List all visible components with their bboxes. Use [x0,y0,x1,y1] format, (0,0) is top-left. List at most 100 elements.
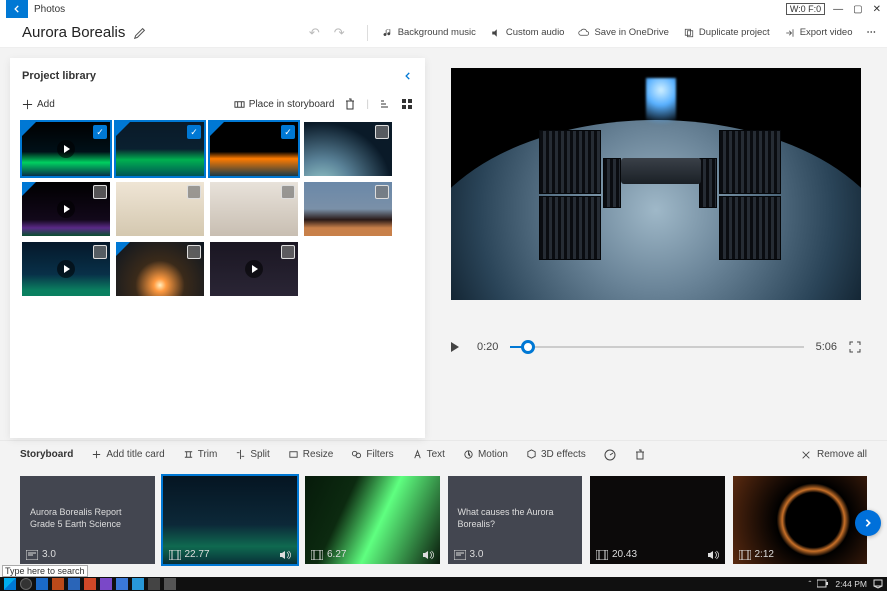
thumb-checkbox[interactable] [375,125,389,139]
total-time: 5:06 [816,341,837,353]
delete-clip-button[interactable] [634,449,646,461]
arrow-left-icon [12,4,22,14]
collapse-library-button[interactable] [403,71,413,81]
library-thumb[interactable] [304,182,392,236]
current-time: 0:20 [477,341,498,353]
transport-controls: 0:20 5:06 [451,340,861,354]
storyboard-clip[interactable]: 22.77 [163,476,298,564]
notifications-icon[interactable] [873,579,883,589]
delete-icon[interactable] [344,98,356,110]
taskbar-app-icon[interactable] [132,578,144,590]
library-thumb[interactable]: ✓ [22,122,110,176]
split-button[interactable]: Split [235,449,269,460]
library-thumb[interactable] [304,122,392,176]
resize-button[interactable]: Resize [288,449,334,460]
window-maximize[interactable]: ▢ [853,4,862,15]
windows-taskbar[interactable]: ˆ 2:44 PM [0,577,887,591]
taskbar-app-icon[interactable] [164,578,176,590]
title-bar: Photos W:0 F:0 — ▢ ✕ [0,0,887,18]
clip-meta: 22.77 [169,549,210,560]
export-video-button[interactable]: Export video [784,27,853,39]
add-title-card-button[interactable]: Add title card [91,449,164,460]
clock[interactable]: 2:44 PM [835,579,867,589]
taskbar-app-icon[interactable] [36,578,48,590]
storyboard-clip[interactable]: 6.27 [305,476,440,564]
save-onedrive-button[interactable]: Save in OneDrive [578,27,668,39]
view-grid-icon[interactable] [401,98,413,110]
storyboard-clip[interactable]: What causes the Aurora Borealis?3.0 [448,476,583,564]
taskbar-app-icon[interactable] [116,578,128,590]
text-icon [412,449,423,460]
storyboard-clip[interactable]: 20.43 [590,476,725,564]
thumb-checkbox[interactable] [281,245,295,259]
start-button[interactable] [4,578,16,590]
library-thumb[interactable] [210,182,298,236]
fullscreen-icon[interactable] [849,341,861,353]
library-thumb[interactable] [210,242,298,296]
thumb-checkbox[interactable]: ✓ [93,125,107,139]
search-hint[interactable]: Type here to search [2,565,88,577]
storyboard-next-button[interactable] [855,510,881,536]
custom-audio-button[interactable]: Custom audio [490,27,565,39]
3d-effects-button[interactable]: 3D effects [526,449,586,460]
thumb-checkbox[interactable]: ✓ [281,125,295,139]
undo-button[interactable]: ↶ [309,25,320,41]
library-thumb[interactable]: ✓ [210,122,298,176]
thumb-checkbox[interactable] [93,185,107,199]
library-thumb[interactable] [116,242,204,296]
thumb-checkbox[interactable] [281,185,295,199]
trim-button[interactable]: Trim [183,449,218,460]
close-icon [801,450,811,460]
selected-corner-icon [22,182,36,196]
remove-all-button[interactable]: Remove all [801,449,867,460]
text-button[interactable]: Text [412,449,445,460]
play-button[interactable] [451,340,465,354]
storyboard-clip[interactable]: Aurora Borealis Report Grade 5 Earth Sci… [20,476,155,564]
seek-slider[interactable] [510,346,803,348]
battery-icon[interactable] [817,579,829,589]
speed-button[interactable] [604,449,616,461]
background-music-button[interactable]: Background music [382,27,476,39]
thumb-checkbox[interactable] [375,185,389,199]
window-close[interactable]: ✕ [873,4,881,15]
cloud-icon [578,27,590,39]
library-thumb[interactable] [22,242,110,296]
clip-meta: 2:12 [739,549,774,560]
seek-thumb[interactable] [521,340,535,354]
storyboard-clip[interactable]: 2:12 [733,476,868,564]
back-button[interactable] [6,0,28,18]
library-thumb[interactable] [116,182,204,236]
thumb-checkbox[interactable] [187,245,201,259]
audio-icon [490,27,502,39]
taskbar-app-icon[interactable] [84,578,96,590]
library-thumb[interactable] [22,182,110,236]
duplicate-icon [683,27,695,39]
add-media-button[interactable]: Add [22,99,55,110]
taskbar-app-icon[interactable] [148,578,160,590]
filters-button[interactable]: Filters [351,449,393,460]
cortana-icon[interactable] [20,578,32,590]
redo-button[interactable]: ↷ [334,25,345,41]
storyboard-strip[interactable]: Aurora Borealis Report Grade 5 Earth Sci… [0,468,887,578]
project-header: Aurora Borealis ↶ ↷ Background music Cus… [0,18,887,48]
library-thumb[interactable]: ✓ [116,122,204,176]
effects-icon [526,449,537,460]
taskbar-app-icon[interactable] [68,578,80,590]
motion-button[interactable]: Motion [463,449,508,460]
clip-meta: 3.0 [26,549,56,560]
duplicate-project-button[interactable]: Duplicate project [683,27,770,39]
music-icon [382,27,394,39]
taskbar-app-icon[interactable] [52,578,64,590]
taskbar-app-icon[interactable] [100,578,112,590]
thumb-checkbox[interactable] [93,245,107,259]
sort-icon[interactable] [379,98,391,110]
more-options-button[interactable]: ⋯ [867,27,878,38]
tray-chevron-icon[interactable]: ˆ [809,579,812,589]
edit-title-icon[interactable] [133,26,147,40]
thumb-checkbox[interactable] [187,185,201,199]
place-in-storyboard-button[interactable]: Place in storyboard [234,99,335,110]
video-preview[interactable] [451,68,861,300]
preview-flare [646,78,676,138]
thumb-checkbox[interactable]: ✓ [187,125,201,139]
window-minimize[interactable]: — [833,4,843,15]
